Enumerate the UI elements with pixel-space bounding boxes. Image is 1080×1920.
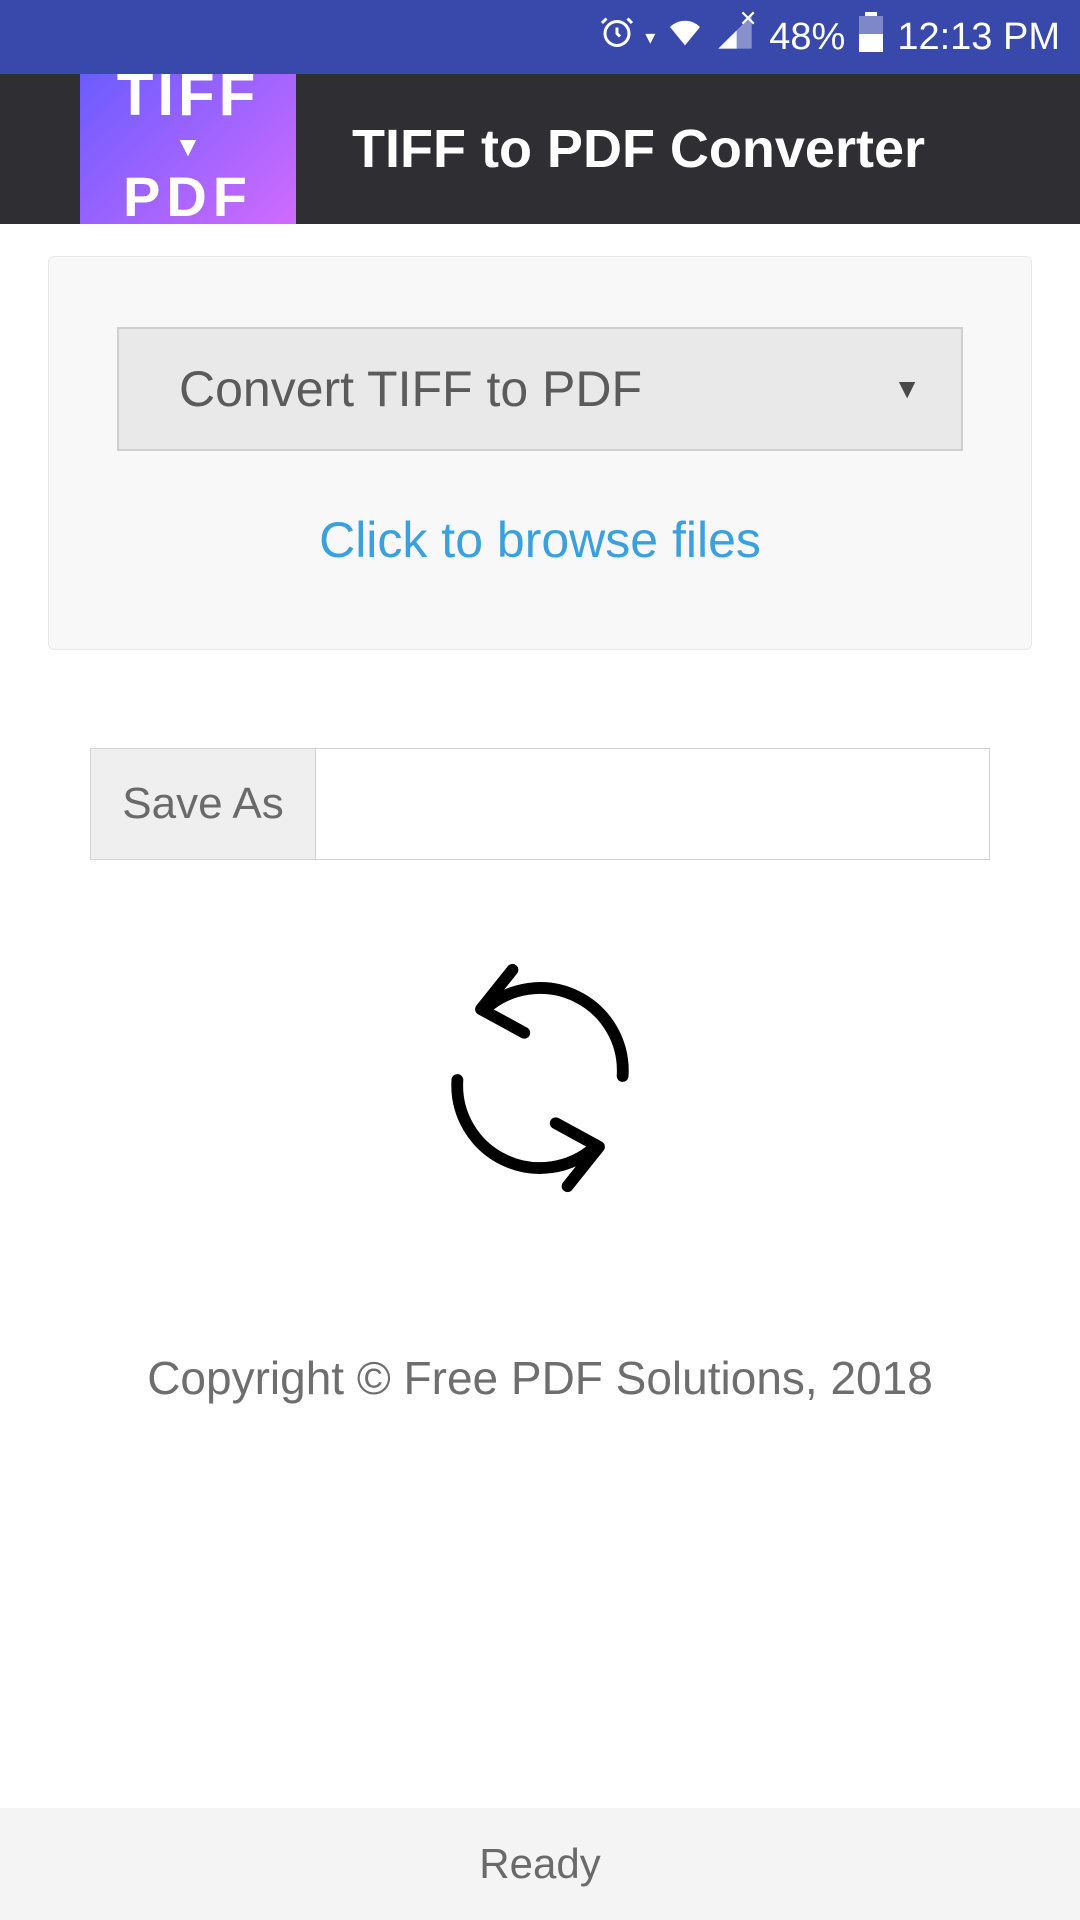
browse-files-link[interactable]: Click to browse files <box>117 511 963 569</box>
chevron-down-icon: ▼ <box>174 133 202 161</box>
save-as-label: Save As <box>90 748 316 860</box>
dropdown-selected-label: Convert TIFF to PDF <box>179 360 642 418</box>
convert-button[interactable] <box>0 950 1080 1211</box>
refresh-icon <box>422 950 658 1211</box>
clock-time: 12:13 PM <box>897 16 1060 59</box>
dropdown-small-icon: ▾ <box>645 25 655 50</box>
status-icons: ▾ ✕ <box>599 12 755 62</box>
logo-text-bottom: PDF <box>123 169 253 224</box>
save-as-row: Save As <box>90 748 990 860</box>
cell-signal-icon: ✕ <box>715 12 755 62</box>
status-footer: Ready <box>0 1808 1080 1920</box>
status-text: Ready <box>479 1840 600 1888</box>
caret-down-icon: ▼ <box>893 373 921 405</box>
app-logo: TIFF ▼ PDF <box>80 74 296 224</box>
logo-text-top: TIFF <box>117 74 260 125</box>
convert-panel: Convert TIFF to PDF ▼ Click to browse fi… <box>48 256 1032 650</box>
battery-percentage: 48% <box>769 16 845 59</box>
alarm-icon <box>599 14 635 60</box>
wifi-icon <box>665 12 705 62</box>
app-title: TIFF to PDF Converter <box>352 118 925 180</box>
app-header: TIFF ▼ PDF TIFF to PDF Converter <box>0 74 1080 224</box>
save-as-input[interactable] <box>316 748 990 860</box>
convert-mode-dropdown[interactable]: Convert TIFF to PDF ▼ <box>117 327 963 451</box>
battery-icon <box>859 12 883 62</box>
status-bar: ▾ ✕ 48% 12:13 PM <box>0 0 1080 74</box>
copyright-text: Copyright © Free PDF Solutions, 2018 <box>0 1351 1080 1405</box>
